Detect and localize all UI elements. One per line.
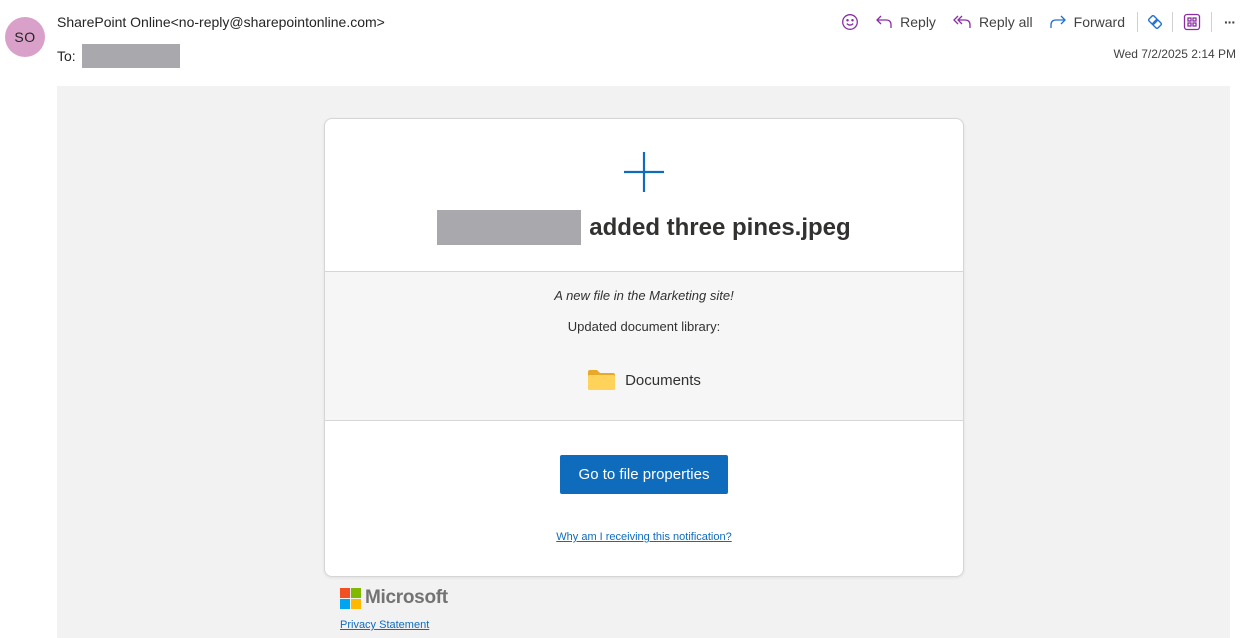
library-link[interactable]: Documents: [325, 369, 963, 391]
emoji-icon: [842, 14, 859, 30]
microsoft-wordmark: Microsoft: [365, 587, 448, 608]
loop-button[interactable]: [1142, 10, 1168, 34]
message-actions-toolbar: Reply Reply all Forward ···: [833, 10, 1237, 34]
plus-icon: [624, 152, 664, 192]
card-header: added three pines.jpeg: [325, 119, 963, 272]
sender-avatar[interactable]: SO: [5, 17, 45, 57]
headline-text: added three pines.jpeg: [589, 213, 851, 241]
reply-all-button[interactable]: Reply all: [944, 10, 1041, 34]
card-actions: Go to file properties Why am I receiving…: [325, 421, 963, 576]
folder-icon: [588, 370, 616, 390]
toolbar-divider: [1137, 12, 1138, 32]
recipient-row: To:: [57, 44, 180, 68]
microsoft-logo-icon: [340, 587, 361, 609]
notification-card: added three pines.jpeg A new file in the…: [324, 118, 964, 577]
reply-all-label: Reply all: [978, 14, 1033, 30]
reply-button[interactable]: Reply: [867, 10, 944, 34]
react-button[interactable]: [833, 10, 867, 34]
to-label: To:: [57, 48, 76, 64]
go-to-file-properties-button[interactable]: Go to file properties: [560, 455, 728, 494]
notification-headline: added three pines.jpeg: [325, 210, 963, 245]
apps-button[interactable]: [1177, 10, 1207, 34]
privacy-statement-link[interactable]: Privacy Statement: [340, 619, 429, 631]
updated-library-label: Updated document library:: [567, 319, 721, 334]
forward-label: Forward: [1073, 14, 1125, 30]
more-icon: ···: [1224, 14, 1236, 30]
sent-date: Wed 7/2/2025 2:14 PM: [1113, 47, 1236, 61]
reply-icon: [876, 15, 892, 28]
loop-icon: [1147, 14, 1163, 30]
why-notification-link[interactable]: Why am I receiving this notification?: [325, 531, 963, 543]
forward-icon: [1049, 15, 1066, 28]
forward-button[interactable]: Forward: [1041, 10, 1133, 34]
user-name-redacted: [437, 210, 582, 245]
sender-name[interactable]: SharePoint Online<no-reply@sharepointonl…: [57, 14, 385, 30]
email-reading-pane: SO SharePoint Online<no-reply@sharepoint…: [0, 0, 1251, 638]
recipient-redacted: [81, 44, 180, 68]
tagline: A new file in the Marketing site!: [554, 288, 734, 303]
apps-icon: [1183, 13, 1201, 31]
toolbar-divider: [1211, 12, 1212, 32]
reply-label: Reply: [900, 14, 936, 30]
more-actions-button[interactable]: ···: [1216, 10, 1237, 34]
library-name: Documents: [625, 371, 701, 389]
microsoft-logo: Microsoft: [340, 587, 448, 609]
card-details: A new file in the Marketing site! Update…: [325, 272, 963, 421]
reply-all-icon: [953, 15, 971, 28]
toolbar-divider: [1172, 12, 1173, 32]
